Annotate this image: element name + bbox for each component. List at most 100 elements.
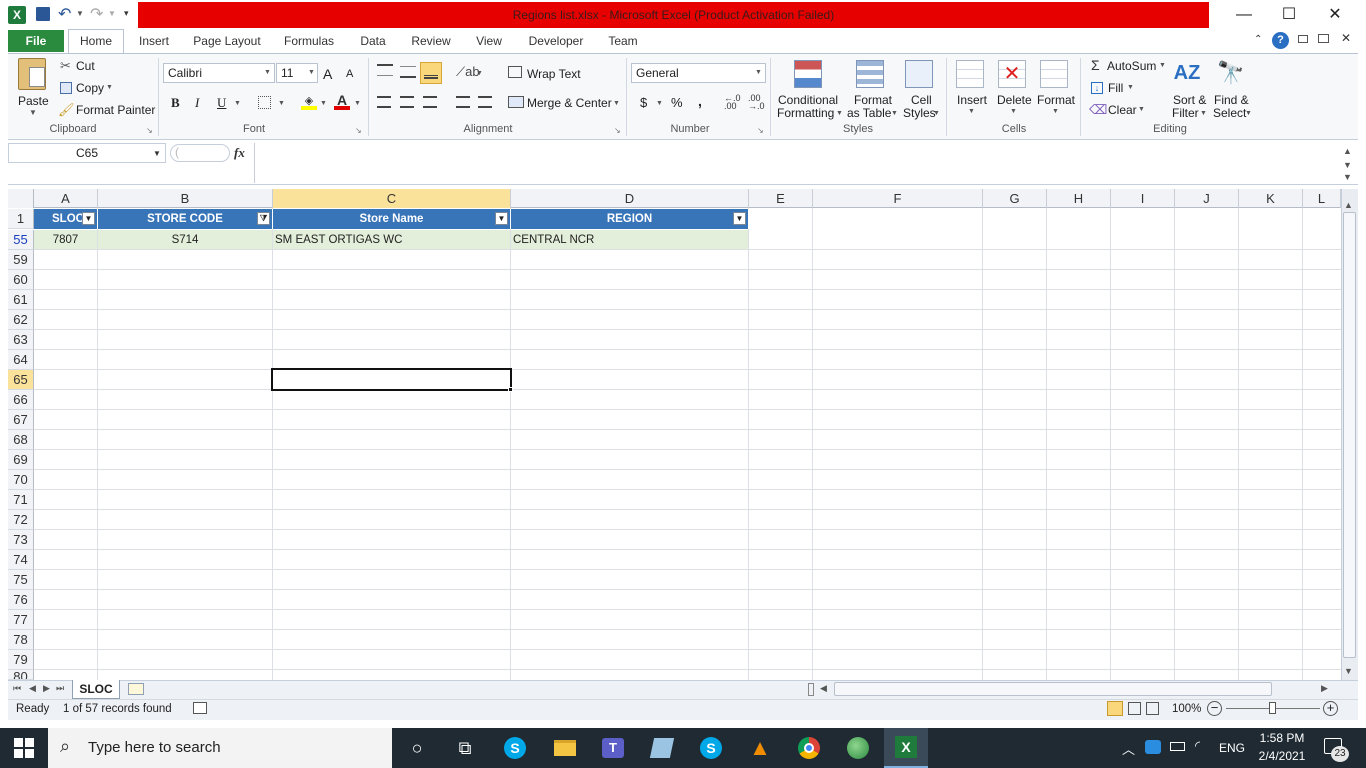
number-format-combo[interactable]: General (631, 63, 766, 83)
row-header[interactable]: 60 (8, 270, 34, 290)
autosum-button[interactable]: AutoSum (1107, 59, 1156, 73)
taskbar-search-placeholder[interactable]: Type here to search (88, 739, 221, 756)
chrome-icon[interactable] (794, 734, 824, 762)
notes-app-icon[interactable] (647, 734, 677, 762)
tab-insert[interactable]: Insert (132, 32, 176, 52)
format-table-dropdown-icon[interactable]: ▼ (891, 110, 898, 117)
sort-dropdown-icon[interactable]: ▼ (1200, 110, 1207, 117)
task-view-icon[interactable]: ⧉ (450, 734, 480, 762)
currency-button[interactable]: $ (640, 95, 647, 110)
filter-dropdown-icon[interactable]: ▼ (733, 212, 746, 225)
underline-button[interactable]: U (217, 95, 226, 111)
shrink-font-button[interactable]: A (346, 68, 353, 80)
insert-sheet-icon[interactable] (128, 683, 144, 695)
cell-a55[interactable]: 7807 (34, 230, 97, 250)
filter-dropdown-icon[interactable]: ▼ (495, 212, 508, 225)
formula-scroll-up-icon[interactable]: ▲ (1343, 146, 1352, 156)
column-header-a[interactable]: A (34, 189, 98, 208)
last-sheet-icon[interactable]: ⏭ (56, 683, 64, 694)
zoom-slider-thumb[interactable] (1269, 702, 1276, 714)
skype-icon[interactable]: S (500, 734, 530, 762)
font-name-dropdown-icon[interactable]: ▼ (264, 69, 271, 76)
insert-cells-button[interactable]: Insert (957, 93, 987, 107)
language-indicator[interactable]: ENG (1219, 741, 1245, 755)
autosum-dropdown-icon[interactable]: ▼ (1159, 62, 1166, 69)
paste-icon[interactable] (18, 58, 46, 90)
row-header[interactable]: 76 (8, 590, 34, 610)
row-header[interactable]: 68 (8, 430, 34, 450)
column-header-g[interactable]: G (983, 189, 1047, 208)
format-cells-button[interactable]: Format (1037, 93, 1075, 107)
formula-cancel-icon[interactable]: ( (170, 144, 230, 162)
tab-formulas[interactable]: Formulas (278, 32, 340, 52)
row-header-55[interactable]: 55 (8, 230, 34, 250)
teams-icon[interactable]: T (598, 734, 628, 762)
row-header[interactable]: 78 (8, 630, 34, 650)
row-header[interactable]: 79 (8, 650, 34, 670)
maximize-button[interactable]: ☐ (1266, 0, 1312, 30)
font-launcher-icon[interactable]: ↘ (355, 126, 362, 135)
row-header[interactable]: 69 (8, 450, 34, 470)
formula-input[interactable] (254, 143, 1340, 183)
font-name-combo[interactable]: Calibri (163, 63, 275, 83)
scroll-right-icon[interactable]: ▶ (1321, 683, 1328, 694)
row-header[interactable]: 72 (8, 510, 34, 530)
orientation-dropdown-icon[interactable]: ▼ (476, 70, 483, 77)
minimize-button[interactable]: — (1221, 0, 1267, 30)
macro-record-icon[interactable] (193, 702, 207, 714)
workbook-minimize-icon[interactable] (1298, 35, 1308, 43)
excel-app-icon[interactable]: X (8, 6, 26, 24)
cortana-icon[interactable]: ○ (402, 734, 432, 762)
tab-file[interactable]: File (8, 30, 64, 52)
underline-dropdown-icon[interactable]: ▼ (234, 100, 241, 107)
row-header[interactable]: 75 (8, 570, 34, 590)
tab-view[interactable]: View (468, 32, 510, 52)
ribbon-collapse-icon[interactable]: ⌃ (1254, 34, 1262, 45)
cell-b55[interactable]: S714 (98, 230, 272, 250)
find-select-label[interactable]: Find & (1214, 93, 1249, 107)
sort-filter-label[interactable]: Sort & (1173, 93, 1206, 107)
insert-dropdown-icon[interactable]: ▼ (968, 108, 975, 115)
percent-button[interactable]: % (671, 95, 683, 110)
cell-styles-dropdown-icon[interactable]: ▼ (933, 110, 940, 117)
clock-time[interactable]: 1:58 PM (1258, 731, 1306, 745)
scroll-left-icon[interactable]: ◀ (820, 683, 827, 694)
first-sheet-icon[interactable]: ⏮ (13, 683, 21, 694)
column-header-b[interactable]: B (98, 189, 273, 208)
tab-team[interactable]: Team (602, 32, 644, 52)
copy-button[interactable]: Copy (76, 81, 104, 95)
find-dropdown-icon[interactable]: ▼ (1245, 110, 1252, 117)
table-header-store-code[interactable]: STORE CODE (98, 209, 273, 229)
file-explorer-icon[interactable] (550, 734, 580, 762)
row-header[interactable]: 59 (8, 250, 34, 270)
sheet-tab-sloc[interactable]: SLOC (72, 680, 120, 699)
row-header-1[interactable]: 1 (8, 209, 34, 229)
fill-handle[interactable] (508, 387, 513, 392)
excel-taskbar-icon[interactable]: X (884, 728, 928, 768)
number-launcher-icon[interactable]: ↘ (757, 126, 764, 135)
find-select-label-2[interactable]: Select (1213, 106, 1246, 120)
align-right-icon[interactable] (423, 96, 437, 108)
column-header-e[interactable]: E (749, 189, 813, 208)
globe-app-icon[interactable] (843, 734, 873, 762)
column-header-k[interactable]: K (1239, 189, 1303, 208)
cut-icon[interactable]: ✂ (60, 58, 71, 74)
skype-business-icon[interactable]: S (696, 734, 726, 762)
row-header[interactable]: 62 (8, 310, 34, 330)
align-bottom-icon[interactable] (420, 62, 442, 84)
font-color-dropdown-icon[interactable]: ▼ (354, 100, 361, 107)
row-header[interactable]: 77 (8, 610, 34, 630)
redo-icon[interactable]: ↷ (90, 4, 103, 24)
row-header[interactable]: 73 (8, 530, 34, 550)
autosum-icon[interactable]: Σ (1091, 57, 1100, 73)
wifi-icon[interactable]: ◜ (1195, 738, 1200, 754)
formula-expand-icon[interactable]: ▼ (1343, 172, 1352, 182)
align-left-icon[interactable] (377, 96, 391, 108)
battery-icon[interactable] (1170, 742, 1185, 751)
row-header[interactable]: 64 (8, 350, 34, 370)
scroll-up-icon[interactable]: ▲ (1344, 200, 1353, 210)
redo-dropdown-icon[interactable]: ▼ (108, 9, 116, 18)
cut-button[interactable]: Cut (76, 59, 95, 73)
row-header[interactable]: 70 (8, 470, 34, 490)
currency-dropdown-icon[interactable]: ▼ (656, 100, 663, 107)
